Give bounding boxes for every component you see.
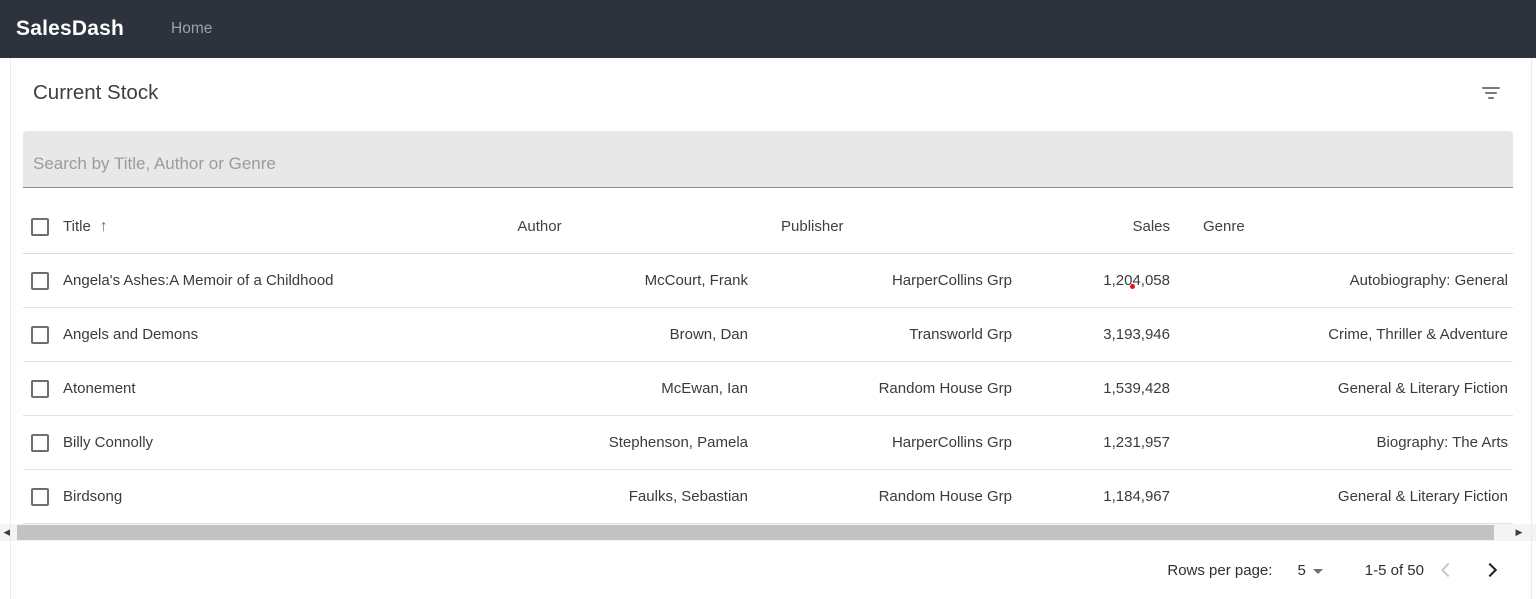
pagination-bar: Rows per page: 5 1-5 of 50 — [0, 541, 1536, 599]
row-checkbox[interactable] — [31, 434, 49, 452]
table-header-row: Title ↑ Author Publisher Sales Genre — [23, 200, 1513, 254]
chevron-left-icon — [1441, 563, 1455, 577]
cell-publisher: Random House Grp — [748, 380, 1012, 397]
scroll-right-arrow-icon[interactable]: ▶ — [1512, 524, 1526, 541]
cell-publisher: HarperCollins Grp — [748, 272, 1012, 289]
cell-publisher: Transworld Grp — [748, 326, 1012, 343]
rows-per-page-select[interactable]: 5 — [1297, 562, 1322, 579]
cell-genre: General & Literary Fiction — [1170, 380, 1508, 397]
previous-page-button[interactable] — [1430, 552, 1466, 588]
cell-sales: 3,193,946 — [1012, 326, 1170, 343]
scroll-left-arrow-icon[interactable]: ◀ — [0, 524, 14, 541]
rows-per-page-label: Rows per page: — [1167, 562, 1272, 579]
page-title: Current Stock — [33, 81, 158, 105]
sort-ascending-icon: ↑ — [100, 218, 108, 236]
cell-publisher: Random House Grp — [748, 488, 1012, 505]
table-row[interactable]: Angela's Ashes:A Memoir of a Childhood M… — [23, 254, 1513, 308]
cell-title: Atonement — [63, 380, 451, 397]
table-row[interactable]: Atonement McEwan, Ian Random House Grp 1… — [23, 362, 1513, 416]
cell-sales: 1,204,058 — [1012, 272, 1170, 289]
column-header-author[interactable]: Author — [451, 218, 748, 235]
column-header-title[interactable]: Title ↑ — [63, 218, 451, 236]
next-page-button[interactable] — [1472, 552, 1508, 588]
table-row[interactable]: Angels and Demons Brown, Dan Transworld … — [23, 308, 1513, 362]
column-header-publisher[interactable]: Publisher — [748, 218, 1012, 235]
page-header: Current Stock — [0, 58, 1536, 128]
app-window: SalesDash Home Current Stock Title ↑ Aut… — [0, 0, 1536, 599]
red-dot-marker — [1130, 284, 1135, 289]
cell-author: Brown, Dan — [451, 326, 748, 343]
nav-item-home[interactable]: Home — [171, 20, 212, 38]
stock-table: Title ↑ Author Publisher Sales Genre Ang… — [0, 200, 1536, 524]
search-input[interactable] — [23, 131, 1513, 188]
row-checkbox[interactable] — [31, 488, 49, 506]
row-checkbox[interactable] — [31, 272, 49, 290]
chevron-right-icon — [1483, 563, 1497, 577]
cell-title: Angels and Demons — [63, 326, 451, 343]
window-edge-right — [1531, 58, 1532, 599]
cell-title: Billy Connolly — [63, 434, 451, 451]
page-range-label: 1-5 of 50 — [1365, 562, 1424, 579]
window-edge-left — [10, 58, 11, 599]
select-all-checkbox[interactable] — [31, 218, 49, 236]
brand-logo[interactable]: SalesDash — [16, 17, 124, 41]
top-nav: SalesDash Home — [0, 0, 1536, 58]
column-header-genre[interactable]: Genre — [1170, 218, 1508, 235]
cell-publisher: HarperCollins Grp — [748, 434, 1012, 451]
filter-list-icon[interactable] — [1480, 85, 1502, 101]
cell-sales: 1,184,967 — [1012, 488, 1170, 505]
table-row[interactable]: Birdsong Faulks, Sebastian Random House … — [23, 470, 1513, 524]
cell-author: McCourt, Frank — [451, 272, 748, 289]
row-checkbox[interactable] — [31, 380, 49, 398]
search-bar — [23, 131, 1513, 188]
cell-genre: Autobiography: General — [1170, 272, 1508, 289]
cell-author: Faulks, Sebastian — [451, 488, 748, 505]
cell-genre: Crime, Thriller & Adventure — [1170, 326, 1508, 343]
cell-sales: 1,231,957 — [1012, 434, 1170, 451]
cell-author: Stephenson, Pamela — [451, 434, 748, 451]
cell-genre: General & Literary Fiction — [1170, 488, 1508, 505]
row-checkbox[interactable] — [31, 326, 49, 344]
scrollbar-thumb[interactable] — [17, 525, 1494, 540]
caret-down-icon — [1313, 569, 1323, 574]
horizontal-scrollbar[interactable]: ◀ ▶ — [0, 524, 1536, 541]
cell-title: Birdsong — [63, 488, 451, 505]
cell-sales: 1,539,428 — [1012, 380, 1170, 397]
cell-genre: Biography: The Arts — [1170, 434, 1508, 451]
cell-author: McEwan, Ian — [451, 380, 748, 397]
column-header-sales[interactable]: Sales — [1012, 218, 1170, 235]
cell-title: Angela's Ashes:A Memoir of a Childhood — [63, 272, 451, 289]
table-row[interactable]: Billy Connolly Stephenson, Pamela Harper… — [23, 416, 1513, 470]
